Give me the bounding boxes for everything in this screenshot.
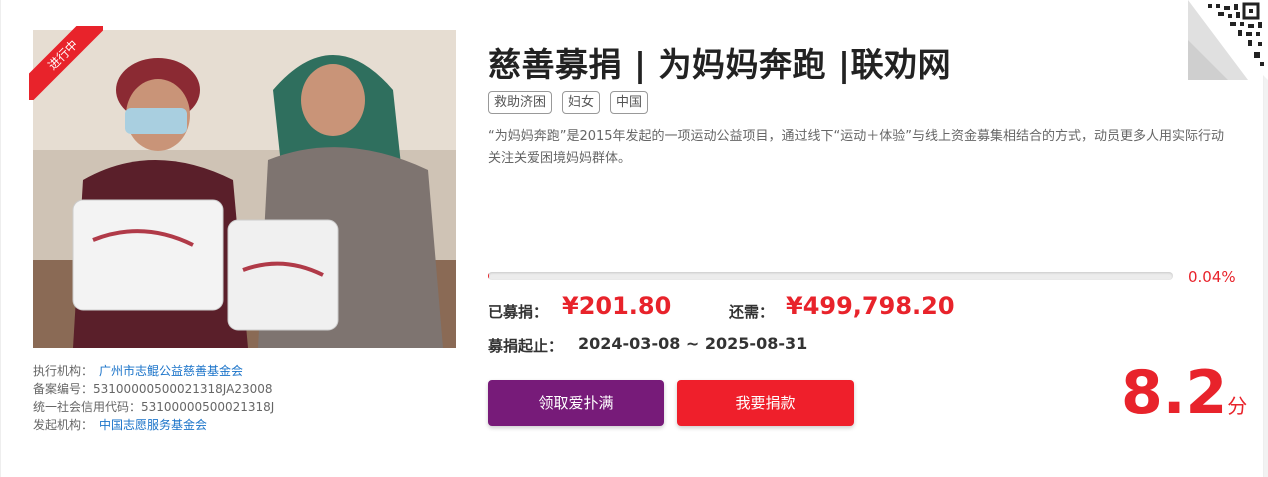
score-value: 8.2 <box>1121 358 1228 428</box>
initiator-org-link[interactable]: 中国志愿服务基金会 <box>99 418 207 432</box>
project-card: 进行中 执行机构： 广州市志鲲公益慈善基金会 备案编号：5310000050002… <box>0 0 1268 477</box>
exec-org-label: 执行机构： <box>33 364 94 378</box>
period-value: 2024-03-08 ~ 2025-08-31 <box>578 334 808 353</box>
credit-code-label: 统一社会信用代码： <box>33 400 142 414</box>
score: 8.2分 <box>1121 358 1247 428</box>
page-title: 慈善募捐 | 为妈妈奔跑 |联劝网 <box>488 45 952 84</box>
score-unit: 分 <box>1227 394 1248 418</box>
raised-amount: ¥201.80 <box>562 292 672 320</box>
donate-button[interactable]: 我要捐款 <box>677 380 854 426</box>
org-info: 执行机构： 广州市志鲲公益慈善基金会 备案编号：53100000500021318… <box>33 362 274 434</box>
needed-label: 还需： <box>729 303 775 321</box>
claim-piggybank-button[interactable]: 领取爱扑满 <box>488 380 664 426</box>
qr-code-icon[interactable] <box>1188 0 1268 80</box>
credit-code-value: 53100000500021318J <box>141 400 275 414</box>
needed-amount: ¥499,798.20 <box>786 292 955 320</box>
project-description: “为妈妈奔跑”是2015年发起的一项运动公益项目，通过线下“运动＋体验”与线上资… <box>488 129 1225 166</box>
progress-percent: 0.04% <box>1188 268 1236 286</box>
initiator-org-label: 发起机构： <box>33 418 94 432</box>
exec-org-link[interactable]: 广州市志鲲公益慈善基金会 <box>99 364 243 378</box>
tag-list: 救助济困 妇女 中国 <box>488 91 649 114</box>
tag-item[interactable]: 救助济困 <box>488 91 553 114</box>
tag-item[interactable]: 中国 <box>610 91 649 114</box>
raised-label: 已募捐： <box>488 303 549 321</box>
record-number-value: 53100000500021318JA23008 <box>93 382 273 396</box>
period-label: 募捐起止： <box>488 337 564 355</box>
progress-bar <box>488 272 1173 280</box>
tag-item[interactable]: 妇女 <box>562 91 601 114</box>
status-ribbon-label: 进行中 <box>29 26 103 100</box>
record-number-label: 备案编号： <box>33 382 94 396</box>
status-ribbon: 进行中 <box>29 26 103 100</box>
